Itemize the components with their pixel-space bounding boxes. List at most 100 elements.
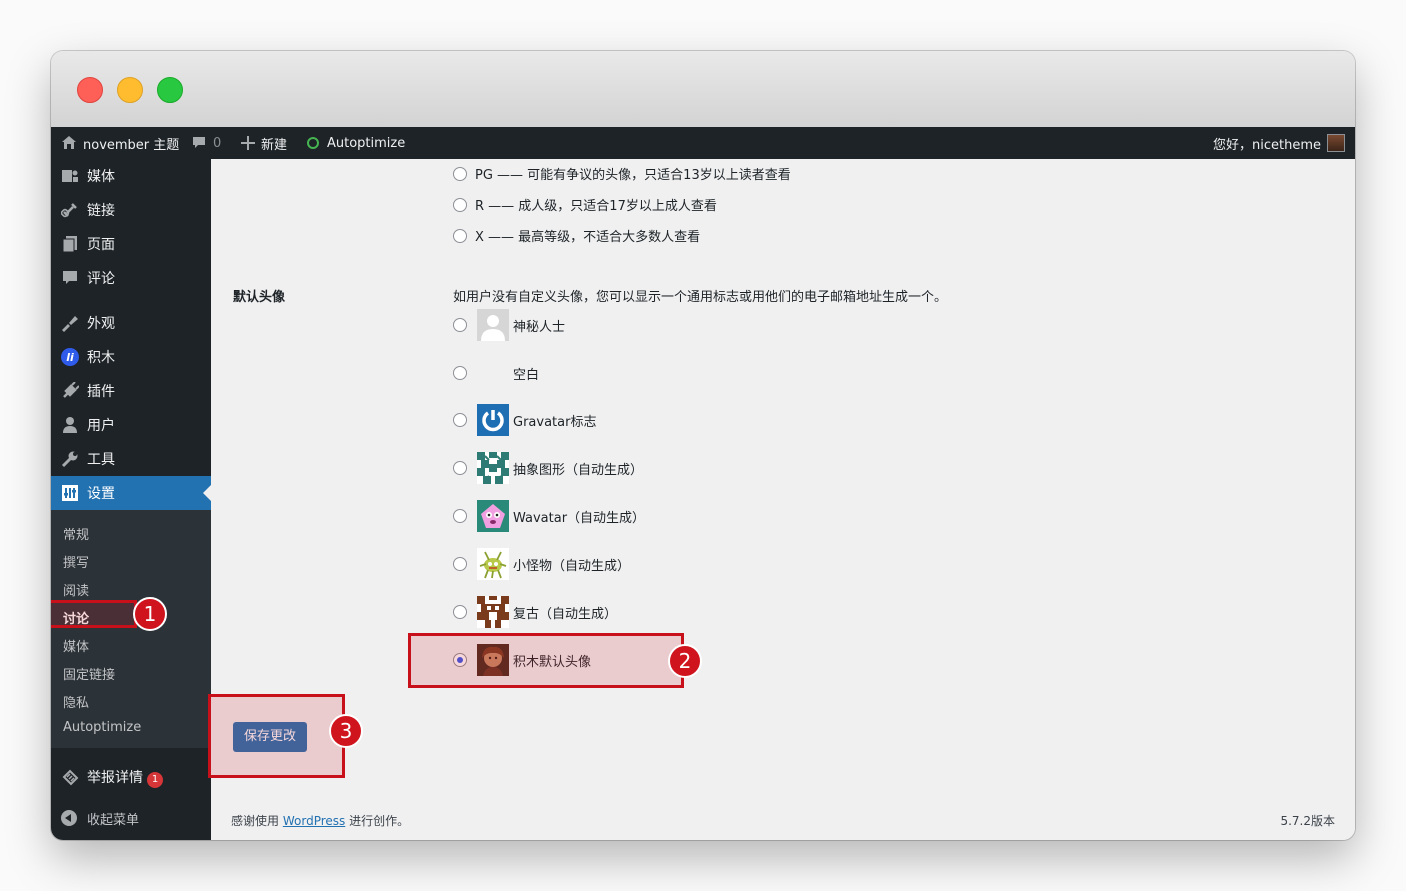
sidebar-item-jimu[interactable]: li 积木 [51,340,211,374]
report-text: 举报详情 [87,769,143,786]
avatar-radio[interactable] [453,413,467,427]
sidebar-item-label: 工具 [87,452,115,468]
annotation-highlight-discussion [51,600,137,628]
sidebar-item-settings[interactable]: 设置 [51,476,211,510]
sidebar-item-pages[interactable]: 页面 [51,227,211,261]
sidebar-item-report[interactable]: 举报详情 1 [51,760,211,794]
avatar-option-monsterid[interactable]: 小怪物（自动生成） [453,548,630,580]
sidebar-item-label: 用户 [87,418,115,434]
user-icon [63,417,77,433]
link-icon [61,203,77,218]
active-menu-arrow [203,485,211,501]
rating-label: PG —— 可能有争议的头像，只适合13岁以上读者查看 [475,168,791,183]
sidebar-item-tools[interactable]: 工具 [51,442,211,476]
rating-radio[interactable] [453,197,467,212]
site-name-link[interactable]: november 主题 [61,127,179,159]
media-icon [62,170,78,182]
wavatar-avatar [477,500,509,532]
rating-label: R —— 成人级，只适合17岁以上成人查看 [475,199,717,214]
avatar-option-identicon[interactable]: 抽象图形（自动生成） [453,452,643,484]
wordpress-link[interactable]: WordPress [283,814,345,828]
rating-radio[interactable] [453,228,467,243]
close-window-button[interactable] [77,77,103,103]
autoptimize-link[interactable]: Autoptimize [307,127,405,159]
maximize-window-button[interactable] [157,77,183,103]
annotation-number-3: 3 [329,714,363,748]
retro-avatar [477,596,509,628]
submenu-item-general[interactable]: 常规 [63,524,89,543]
app-window: november 主题 0 新建 Autoptimize 您好，nicethem… [51,51,1355,840]
submenu-item-autoptimize[interactable]: Autoptimize [63,720,141,735]
sidebar-item-plugins[interactable]: 插件 [51,374,211,408]
submenu-item-privacy[interactable]: 隐私 [63,692,89,711]
blank-avatar [477,357,509,389]
rating-radio[interactable] [453,166,467,181]
annotation-number-2: 2 [668,644,702,678]
collapse-menu-button[interactable]: 收起菜单 [51,801,211,835]
comments-link[interactable]: 0 [191,127,221,159]
greeting: 您好，nicetheme [1213,137,1321,153]
avatar-option-label: 空白 [513,367,540,383]
avatar-option-label: Wavatar（自动生成） [513,510,646,526]
sidebar-item-users[interactable]: 用户 [51,408,211,442]
avatar-option-label: 神秘人士 [513,319,566,335]
mystery-person-avatar [477,309,509,341]
autoptimize-label: Autoptimize [327,135,406,151]
sidebar-item-media[interactable]: 媒体 [51,159,211,193]
footer-thanks-suffix: 进行创作。 [349,814,410,828]
sidebar-item-label: 外观 [87,316,115,332]
rating-option-r[interactable]: R —— 成人级，只适合17岁以上成人查看 [453,195,717,214]
report-label: 举报详情 1 [87,767,163,788]
avatar-radio[interactable] [453,509,467,523]
submenu-item-writing[interactable]: 撰写 [63,552,89,571]
sidebar-item-comments[interactable]: 评论 [51,261,211,295]
admin-sidebar: 媒体 链接 页面 评论 外观 li 积木 插件 用户 工具 设置 常规 撰写 阅… [51,159,211,840]
minimize-window-button[interactable] [117,77,143,103]
submenu-item-permalinks[interactable]: 固定链接 [63,664,115,683]
page-icon [62,236,77,253]
home-icon [62,136,76,149]
avatar-option-gravatar[interactable]: Gravatar标志 [453,404,596,436]
gravatar-logo-avatar [477,404,509,436]
avatar-option-label: 小怪物（自动生成） [513,558,631,574]
sidebar-item-label: 积木 [87,350,115,366]
report-badge: 1 [147,771,163,788]
avatar-radio[interactable] [453,557,467,571]
sidebar-item-label: 媒体 [87,169,115,185]
avatar-option-retro[interactable]: 复古（自动生成） [453,596,617,628]
avatar-radio[interactable] [453,366,467,380]
annotation-number-1: 1 [133,597,167,631]
new-content-link[interactable]: 新建 [241,127,287,159]
wrench-icon [61,451,78,468]
settings-submenu: 常规 撰写 阅读 讨论 媒体 固定链接 隐私 Autoptimize [51,510,211,748]
rating-option-pg[interactable]: PG —— 可能有争议的头像，只适合13岁以上读者查看 [453,164,791,183]
submenu-item-reading[interactable]: 阅读 [63,580,89,599]
identicon-avatar [477,452,509,484]
avatar-option-wavatar[interactable]: Wavatar（自动生成） [453,500,645,532]
footer-version: 5.7.2版本 [1280,814,1335,828]
appearance-icon [62,316,78,332]
account-menu[interactable]: 您好，nicetheme [1213,127,1345,159]
sidebar-item-label: 页面 [87,237,115,253]
sidebar-item-label: 评论 [87,271,115,287]
autoptimize-status-icon [307,137,319,149]
avatar-radio[interactable] [453,318,467,332]
sidebar-item-appearance[interactable]: 外观 [51,306,211,340]
avatar-option-blank[interactable]: 空白 [453,357,539,389]
avatar-radio[interactable] [453,605,467,619]
sidebar-item-label: 插件 [87,384,115,400]
submenu-item-media[interactable]: 媒体 [63,636,89,655]
settings-icon [62,485,78,501]
rating-option-x[interactable]: X —— 最高等级，不适合大多数人查看 [453,226,700,245]
new-label: 新建 [261,137,288,153]
jimu-icon: li [61,348,79,366]
avatar-radio[interactable] [453,461,467,475]
collapse-label: 收起菜单 [87,812,140,828]
footer-credit: 感谢使用 WordPress 进行创作。 [231,812,409,829]
annotation-highlight-save [208,694,345,778]
sidebar-item-links[interactable]: 链接 [51,193,211,227]
plus-icon [241,136,255,150]
avatar-option-mystery[interactable]: 神秘人士 [453,309,565,341]
window-titlebar [51,51,1355,128]
sidebar-item-label: 设置 [87,486,115,502]
